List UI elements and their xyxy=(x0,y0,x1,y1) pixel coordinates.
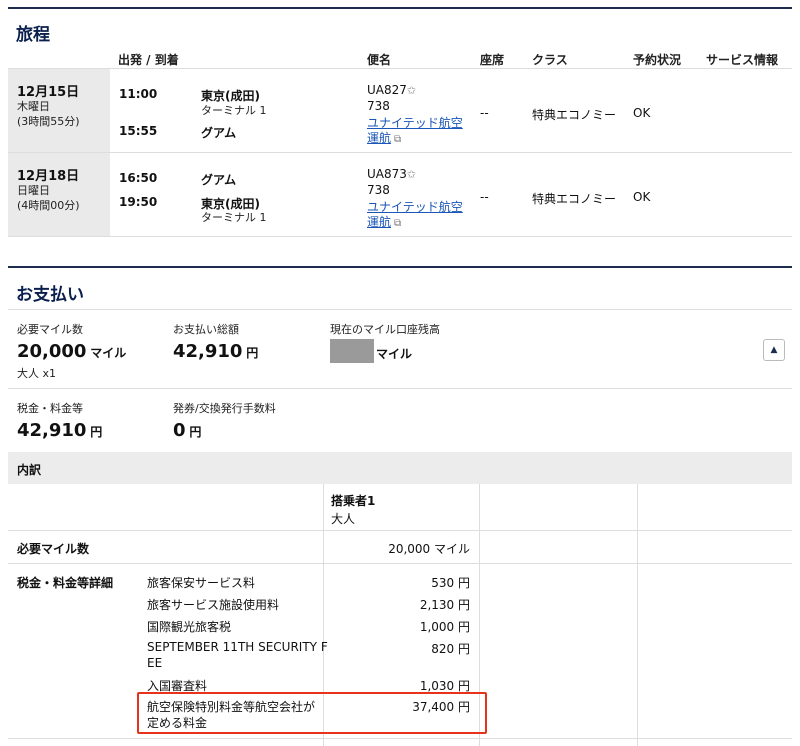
tax-item-amount: 530 円 xyxy=(431,576,470,590)
col-service: サービス情報 xyxy=(706,53,779,67)
yen-unit: 円 xyxy=(246,346,259,360)
star-icon: ✩ xyxy=(406,168,417,181)
itinerary-title: 旅程 xyxy=(16,25,50,45)
operator-link-text[interactable]: 運航 xyxy=(367,131,391,145)
status-value: OK xyxy=(633,190,651,204)
col-status: 予約状況 xyxy=(633,53,682,67)
segment-row: 12月18日 日曜日 (4時間00分) 16:50 グアム 19:50 東京(成… xyxy=(8,153,792,237)
highlight-box xyxy=(137,692,487,734)
departure-terminal: ターミナル 1 xyxy=(201,104,267,117)
status-value: OK xyxy=(633,106,651,120)
segment-weekday: 木曜日 xyxy=(17,100,50,113)
passenger-header: 搭乗者1 xyxy=(331,494,376,508)
col-flight: 便名 xyxy=(367,53,392,67)
tax-item-name: SEPTEMBER 11TH SECURITY F xyxy=(147,640,328,654)
fee-amount: 0 円 xyxy=(173,420,201,441)
miles-required-label: 必要マイル数 xyxy=(17,323,83,336)
operator-link-text[interactable]: 運航 xyxy=(367,215,391,229)
collapse-button[interactable]: ▲ xyxy=(763,339,785,361)
balance-unit: マイル xyxy=(376,347,413,361)
balance-redacted xyxy=(330,339,374,363)
miles-row-label: 必要マイル数 xyxy=(17,542,90,556)
tax-item-name-line2: EE xyxy=(147,656,163,670)
taxes-label: 税金・料金等 xyxy=(17,402,83,415)
class-value: 特典エコノミー xyxy=(532,108,617,122)
departure-time: 16:50 xyxy=(119,171,158,185)
operator-link-line2[interactable]: 運航 ⧉ xyxy=(367,129,401,146)
col-depart-arrive: 出発 / 到着 xyxy=(118,53,179,67)
total-label: お支払い総額 xyxy=(173,323,239,336)
segment-row: 12月15日 木曜日 (3時間55分) 11:00 東京(成田) ターミナル 1… xyxy=(8,69,792,153)
passenger-type: 大人 xyxy=(331,512,356,526)
total-value: 42,910 xyxy=(173,341,243,362)
miles-row-value: 20,000 マイル xyxy=(388,542,470,556)
class-value: 特典エコノミー xyxy=(532,192,617,206)
yen-unit: 円 xyxy=(90,425,103,439)
seat-value: -- xyxy=(480,106,489,120)
arrival-time: 19:50 xyxy=(119,195,158,209)
tax-item-amount: 2,130 円 xyxy=(419,598,470,612)
arrival-time: 15:55 xyxy=(119,124,158,138)
passenger-note: 大人 x1 xyxy=(17,367,57,380)
external-link-icon: ⧉ xyxy=(394,218,402,229)
fee-label: 発券/交換発行手数料 xyxy=(173,402,276,415)
fee-value: 0 xyxy=(173,420,186,441)
tax-item-name: 国際観光旅客税 xyxy=(147,620,232,634)
arrival-terminal: ターミナル 1 xyxy=(201,211,267,224)
flight-number-text: UA827 xyxy=(367,83,407,97)
miles-unit: マイル xyxy=(90,346,127,360)
flight-number: UA827✩ xyxy=(367,83,416,97)
star-icon: ✩ xyxy=(406,84,417,97)
flight-number: UA873✩ xyxy=(367,167,416,181)
flight-number-text: UA873 xyxy=(367,167,407,181)
miles-required-value: 20,000 xyxy=(17,341,87,362)
payment-title: お支払い xyxy=(16,285,84,305)
chevron-up-icon: ▲ xyxy=(770,345,778,355)
breakdown-header xyxy=(8,452,792,484)
segment-duration: (4時間00分) xyxy=(17,199,80,212)
breakdown-title: 内訳 xyxy=(17,463,42,477)
aircraft-type: 738 xyxy=(367,99,390,113)
segment-weekday: 日曜日 xyxy=(17,184,50,197)
col-class: クラス xyxy=(532,53,568,67)
col-seat: 座席 xyxy=(480,53,505,67)
taxes-value: 42,910 xyxy=(17,420,87,441)
external-link-icon: ⧉ xyxy=(394,134,402,145)
segment-duration: (3時間55分) xyxy=(17,115,80,128)
tax-item-amount: 820 円 xyxy=(431,642,470,656)
miles-required-amount: 20,000 マイル xyxy=(17,341,126,362)
aircraft-type: 738 xyxy=(367,183,390,197)
balance-label: 現在のマイル口座残高 xyxy=(330,323,440,336)
operator-link-line2[interactable]: 運航 ⧉ xyxy=(367,213,401,230)
yen-unit: 円 xyxy=(189,425,202,439)
total-amount: 42,910 円 xyxy=(173,341,258,362)
tax-item-name: 旅客サービス施設使用料 xyxy=(147,598,280,612)
arrival-place: グアム xyxy=(201,126,237,140)
seat-value: -- xyxy=(480,190,489,204)
departure-time: 11:00 xyxy=(119,87,158,101)
tax-section-label: 税金・料金等詳細 xyxy=(17,576,114,590)
departure-place: グアム xyxy=(201,173,237,187)
tax-item-amount: 1,000 円 xyxy=(419,620,470,634)
taxes-amount: 42,910 円 xyxy=(17,420,102,441)
tax-item-name: 旅客保安サービス料 xyxy=(147,576,256,590)
